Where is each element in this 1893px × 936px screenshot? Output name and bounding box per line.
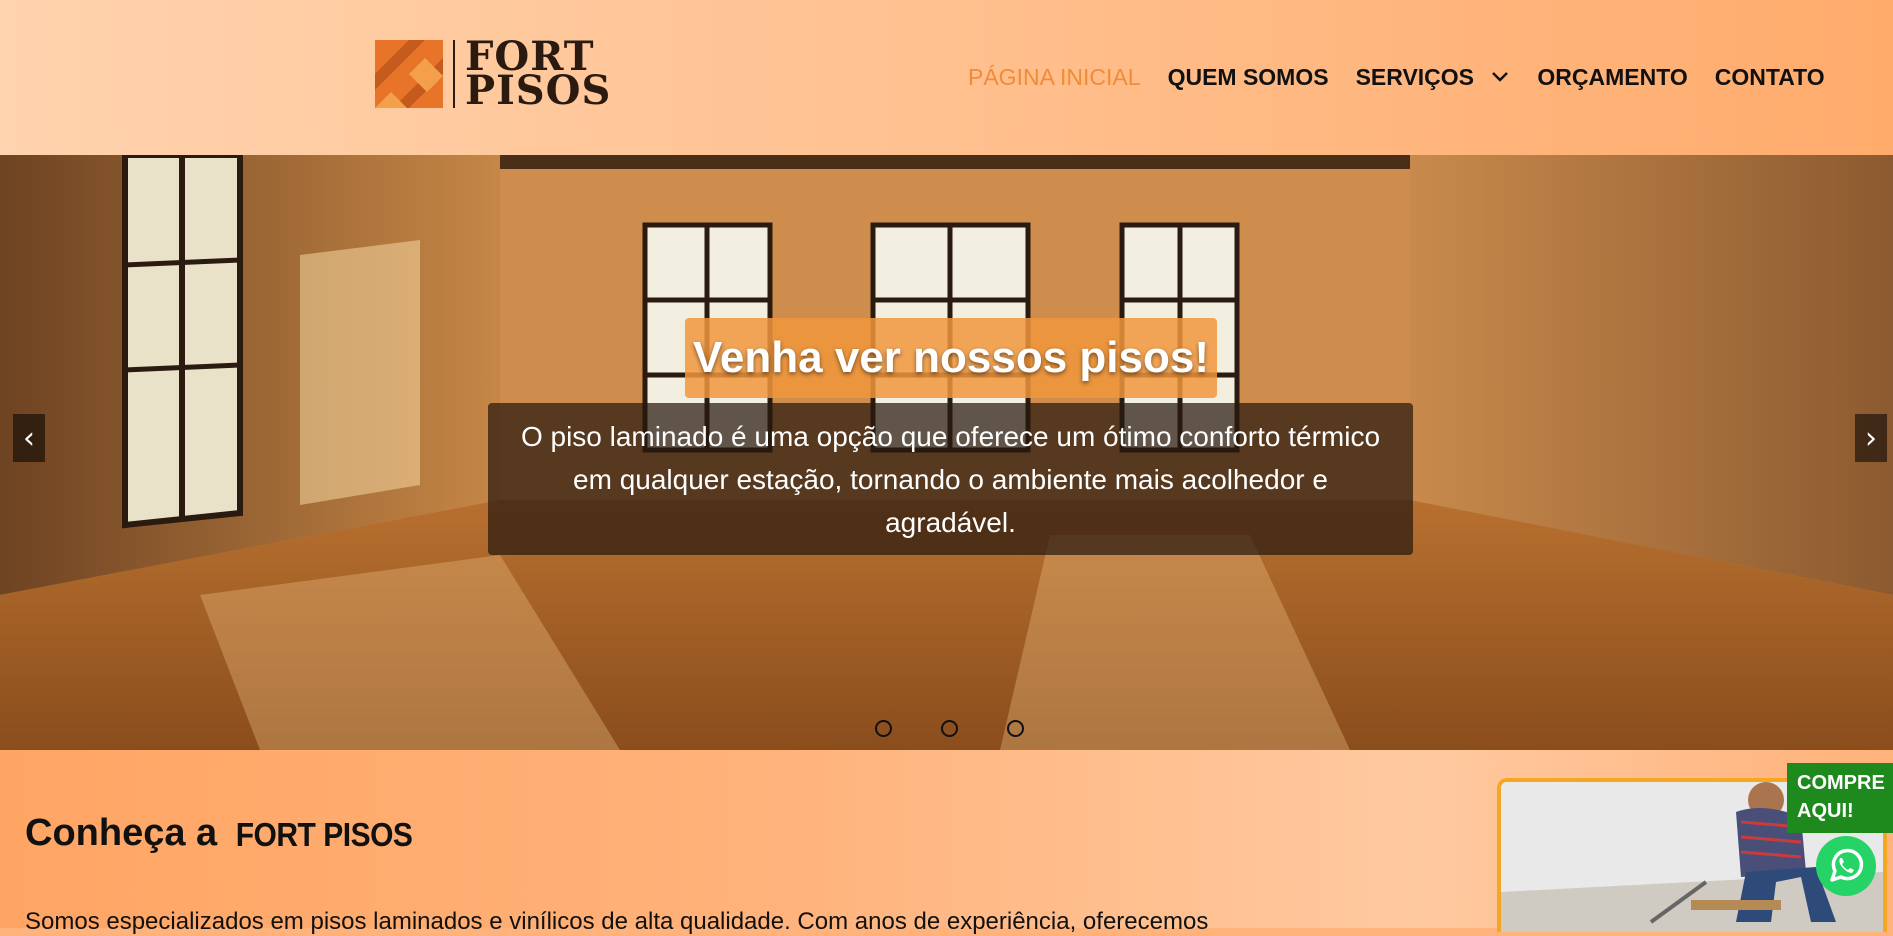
nav-item-servicos-label: SERVIÇOS (1355, 64, 1475, 90)
logo-line-2: PISOS (465, 67, 612, 114)
logo-divider (453, 40, 455, 108)
nav-item-contato[interactable]: CONTATO (1715, 64, 1825, 91)
about-title-prefix: Conheça a (25, 812, 218, 854)
carousel-dot-1[interactable] (875, 720, 892, 737)
whatsapp-icon[interactable] (1814, 834, 1878, 898)
about-title: Conheça a FORT PISOS (25, 812, 413, 855)
about-title-brand: FORT PISOS (235, 817, 413, 854)
carousel-dot-3[interactable] (1007, 720, 1024, 737)
carousel-prev-button[interactable]: ‹ (13, 414, 45, 462)
buy-here-button[interactable]: COMPRE AQUI! (1787, 763, 1893, 833)
chevron-down-icon (1492, 72, 1509, 82)
main-nav: PÁGINA INICIAL QUEM SOMOS SERVIÇOS ORÇAM… (968, 64, 1852, 91)
about-text: Somos especializados em pisos laminados … (25, 908, 1209, 935)
nav-item-servicos[interactable]: SERVIÇOS (1356, 64, 1511, 91)
nav-item-quem-somos[interactable]: QUEM SOMOS (1168, 64, 1329, 91)
logo-mark-icon (375, 40, 443, 108)
carousel-dot-2[interactable] (941, 720, 958, 737)
logo-wordmark: FORT PISOS (465, 37, 612, 114)
site-header: FORT PISOS PÁGINA INICIAL QUEM SOMOS SER… (0, 0, 1893, 155)
hero-description: O piso laminado é uma opção que oferece … (488, 403, 1413, 555)
hero-carousel: Venha ver nossos pisos! O piso laminado … (0, 155, 1893, 750)
hero-title: Venha ver nossos pisos! (685, 318, 1217, 398)
carousel-next-button[interactable]: › (1855, 414, 1887, 462)
nav-item-orcamento[interactable]: ORÇAMENTO (1537, 64, 1687, 91)
carousel-indicators (875, 720, 1073, 737)
site-logo[interactable]: FORT PISOS (375, 37, 612, 114)
nav-item-pagina-inicial[interactable]: PÁGINA INICIAL (968, 64, 1141, 91)
